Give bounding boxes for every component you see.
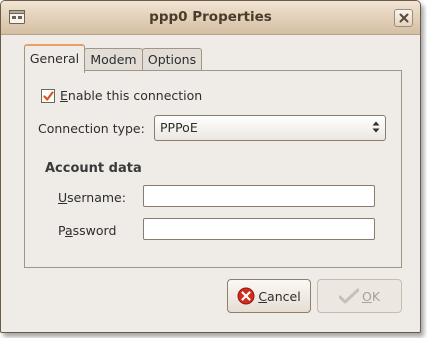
username-label: Username:	[58, 190, 126, 205]
title-bar[interactable]: ppp0 Properties	[1, 1, 420, 35]
connection-type-select[interactable]: PPPoE	[154, 115, 386, 141]
up-down-arrows-icon	[371, 119, 381, 135]
tab-modem[interactable]: Modem	[84, 48, 143, 71]
tab-general[interactable]: General	[24, 44, 85, 73]
tab-options[interactable]: Options	[142, 48, 202, 71]
cancel-icon	[237, 287, 255, 305]
password-label: Password	[58, 223, 117, 238]
connection-type-label: Connection type:	[38, 121, 145, 136]
account-data-heading: Account data	[45, 161, 142, 176]
properties-dialog: ppp0 Properties General Modem Options En…	[0, 0, 421, 333]
ok-icon	[338, 288, 359, 304]
checkmark-icon	[42, 90, 54, 101]
ok-label: OK	[361, 288, 381, 304]
ok-button[interactable]: OK	[317, 279, 402, 313]
cancel-label: Cancel	[258, 288, 301, 304]
password-input[interactable]	[143, 218, 375, 240]
cancel-button[interactable]: Cancel	[227, 279, 311, 313]
connection-type-value: PPPoE	[160, 120, 198, 135]
close-button[interactable]	[394, 9, 413, 27]
close-icon	[399, 11, 409, 26]
username-input[interactable]	[143, 185, 375, 207]
enable-connection-checkbox[interactable]	[41, 89, 55, 103]
window-title: ppp0 Properties	[149, 9, 272, 25]
enable-connection-label: Enable this connection	[60, 88, 203, 103]
